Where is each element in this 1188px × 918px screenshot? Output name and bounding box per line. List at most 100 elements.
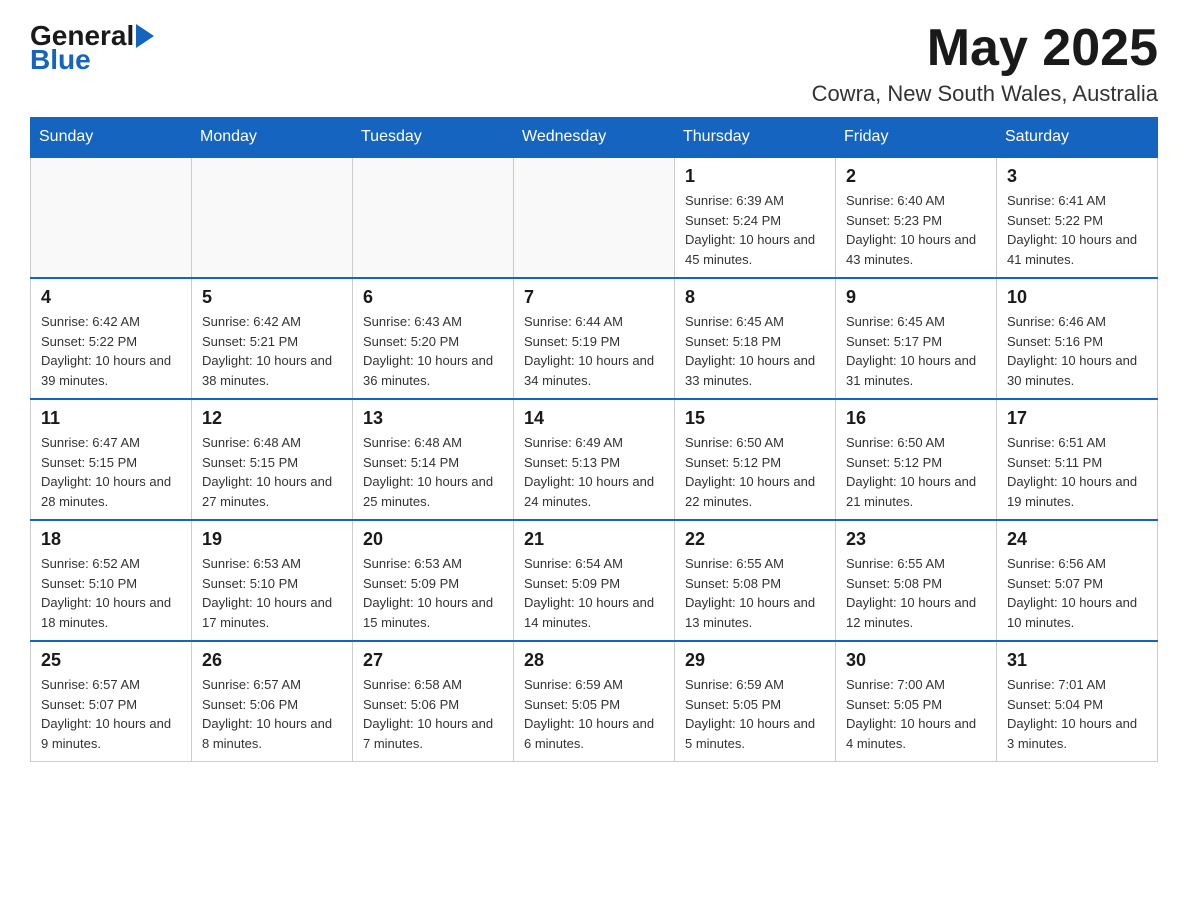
day-number: 14 — [524, 408, 664, 429]
page-header: General Blue May 2025 Cowra, New South W… — [30, 20, 1158, 107]
day-number: 23 — [846, 529, 986, 550]
calendar-cell: 17Sunrise: 6:51 AMSunset: 5:11 PMDayligh… — [997, 399, 1158, 520]
calendar-cell: 19 Sunrise: 6:53 AMSunset: 5:10 PMDayligh… — [192, 520, 353, 641]
calendar-header-wednesday: Wednesday — [514, 118, 675, 158]
day-number: 18 — [41, 529, 181, 550]
day-number: 21 — [524, 529, 664, 550]
day-info: Sunrise: 6:48 AMSunset: 5:14 PMDaylight:… — [363, 433, 503, 511]
day-info: Sunrise: 6:40 AMSunset: 5:23 PMDaylight:… — [846, 191, 986, 269]
day-info: Sunrise: 6:55 AMSunset: 5:08 PMDaylight:… — [846, 554, 986, 632]
day-info: Sunrise: 6:43 AMSunset: 5:20 PMDaylight:… — [363, 312, 503, 390]
calendar-table: SundayMondayTuesdayWednesdayThursdayFrid… — [30, 117, 1158, 762]
day-number: 5 — [202, 287, 342, 308]
day-info: Sunrise: 6:39 AMSunset: 5:24 PMDaylight:… — [685, 191, 825, 269]
day-number: 15 — [685, 408, 825, 429]
calendar-cell — [514, 157, 675, 278]
day-number: 7 — [524, 287, 664, 308]
day-number: 12 — [202, 408, 342, 429]
calendar-cell: 8 Sunrise: 6:45 AMSunset: 5:18 PMDaylight… — [675, 278, 836, 399]
day-number: 31 — [1007, 650, 1147, 671]
calendar-cell: 2 Sunrise: 6:40 AMSunset: 5:23 PMDaylight… — [836, 157, 997, 278]
day-number: 26 — [202, 650, 342, 671]
calendar-week-4: 18 Sunrise: 6:52 AMSunset: 5:10 PMDayligh… — [31, 520, 1158, 641]
calendar-cell: 28Sunrise: 6:59 AMSunset: 5:05 PMDayligh… — [514, 641, 675, 762]
calendar-cell: 16 Sunrise: 6:50 AMSunset: 5:12 PMDayligh… — [836, 399, 997, 520]
day-number: 10 — [1007, 287, 1147, 308]
calendar-header-monday: Monday — [192, 118, 353, 158]
day-info: Sunrise: 6:53 AMSunset: 5:09 PMDaylight:… — [363, 554, 503, 632]
day-number: 9 — [846, 287, 986, 308]
calendar-header-thursday: Thursday — [675, 118, 836, 158]
calendar-cell: 18 Sunrise: 6:52 AMSunset: 5:10 PMDayligh… — [31, 520, 192, 641]
day-info: Sunrise: 7:00 AMSunset: 5:05 PMDaylight:… — [846, 675, 986, 753]
day-number: 29 — [685, 650, 825, 671]
calendar-cell: 11 Sunrise: 6:47 AMSunset: 5:15 PMDayligh… — [31, 399, 192, 520]
calendar-cell: 20 Sunrise: 6:53 AMSunset: 5:09 PMDayligh… — [353, 520, 514, 641]
day-info: Sunrise: 6:55 AMSunset: 5:08 PMDaylight:… — [685, 554, 825, 632]
calendar-cell: 29 Sunrise: 6:59 AMSunset: 5:05 PMDayligh… — [675, 641, 836, 762]
calendar-header-tuesday: Tuesday — [353, 118, 514, 158]
day-info: Sunrise: 6:57 AMSunset: 5:06 PMDaylight:… — [202, 675, 342, 753]
location-title: Cowra, New South Wales, Australia — [812, 81, 1158, 107]
calendar-cell — [353, 157, 514, 278]
day-info: Sunrise: 6:52 AMSunset: 5:10 PMDaylight:… — [41, 554, 181, 632]
calendar-cell: 24 Sunrise: 6:56 AMSunset: 5:07 PMDayligh… — [997, 520, 1158, 641]
calendar-cell: 13Sunrise: 6:48 AMSunset: 5:14 PMDayligh… — [353, 399, 514, 520]
calendar-week-5: 25Sunrise: 6:57 AMSunset: 5:07 PMDayligh… — [31, 641, 1158, 762]
day-info: Sunrise: 6:59 AMSunset: 5:05 PMDaylight:… — [685, 675, 825, 753]
calendar-cell — [31, 157, 192, 278]
logo-blue-text: Blue — [30, 44, 154, 76]
day-info: Sunrise: 6:45 AMSunset: 5:18 PMDaylight:… — [685, 312, 825, 390]
calendar-cell: 22Sunrise: 6:55 AMSunset: 5:08 PMDayligh… — [675, 520, 836, 641]
calendar-header-friday: Friday — [836, 118, 997, 158]
calendar-cell: 14 Sunrise: 6:49 AMSunset: 5:13 PMDayligh… — [514, 399, 675, 520]
calendar-week-3: 11 Sunrise: 6:47 AMSunset: 5:15 PMDayligh… — [31, 399, 1158, 520]
calendar-week-1: 1Sunrise: 6:39 AMSunset: 5:24 PMDaylight… — [31, 157, 1158, 278]
day-number: 28 — [524, 650, 664, 671]
day-info: Sunrise: 6:45 AMSunset: 5:17 PMDaylight:… — [846, 312, 986, 390]
calendar-cell: 12 Sunrise: 6:48 AMSunset: 5:15 PMDayligh… — [192, 399, 353, 520]
calendar-cell: 31Sunrise: 7:01 AMSunset: 5:04 PMDayligh… — [997, 641, 1158, 762]
day-number: 16 — [846, 408, 986, 429]
day-info: Sunrise: 6:53 AMSunset: 5:10 PMDaylight:… — [202, 554, 342, 632]
day-info: Sunrise: 6:50 AMSunset: 5:12 PMDaylight:… — [846, 433, 986, 511]
day-number: 30 — [846, 650, 986, 671]
day-info: Sunrise: 6:48 AMSunset: 5:15 PMDaylight:… — [202, 433, 342, 511]
day-info: Sunrise: 6:46 AMSunset: 5:16 PMDaylight:… — [1007, 312, 1147, 390]
logo: General Blue — [30, 20, 154, 76]
calendar-cell: 1Sunrise: 6:39 AMSunset: 5:24 PMDaylight… — [675, 157, 836, 278]
day-info: Sunrise: 6:42 AMSunset: 5:22 PMDaylight:… — [41, 312, 181, 390]
day-number: 3 — [1007, 166, 1147, 187]
calendar-cell: 5 Sunrise: 6:42 AMSunset: 5:21 PMDaylight… — [192, 278, 353, 399]
calendar-cell: 6Sunrise: 6:43 AMSunset: 5:20 PMDaylight… — [353, 278, 514, 399]
day-info: Sunrise: 6:44 AMSunset: 5:19 PMDaylight:… — [524, 312, 664, 390]
day-info: Sunrise: 6:49 AMSunset: 5:13 PMDaylight:… — [524, 433, 664, 511]
day-number: 2 — [846, 166, 986, 187]
calendar-cell: 10 Sunrise: 6:46 AMSunset: 5:16 PMDayligh… — [997, 278, 1158, 399]
title-area: May 2025 Cowra, New South Wales, Austral… — [812, 20, 1158, 107]
day-info: Sunrise: 6:47 AMSunset: 5:15 PMDaylight:… — [41, 433, 181, 511]
day-info: Sunrise: 6:56 AMSunset: 5:07 PMDaylight:… — [1007, 554, 1147, 632]
day-info: Sunrise: 6:41 AMSunset: 5:22 PMDaylight:… — [1007, 191, 1147, 269]
day-info: Sunrise: 6:51 AMSunset: 5:11 PMDaylight:… — [1007, 433, 1147, 511]
day-number: 4 — [41, 287, 181, 308]
day-info: Sunrise: 6:57 AMSunset: 5:07 PMDaylight:… — [41, 675, 181, 753]
calendar-cell: 9 Sunrise: 6:45 AMSunset: 5:17 PMDaylight… — [836, 278, 997, 399]
calendar-header-sunday: Sunday — [31, 118, 192, 158]
month-title: May 2025 — [812, 20, 1158, 77]
calendar-cell — [192, 157, 353, 278]
day-number: 11 — [41, 408, 181, 429]
calendar-cell: 27 Sunrise: 6:58 AMSunset: 5:06 PMDayligh… — [353, 641, 514, 762]
day-info: Sunrise: 6:50 AMSunset: 5:12 PMDaylight:… — [685, 433, 825, 511]
day-info: Sunrise: 6:58 AMSunset: 5:06 PMDaylight:… — [363, 675, 503, 753]
calendar-cell: 15 Sunrise: 6:50 AMSunset: 5:12 PMDayligh… — [675, 399, 836, 520]
day-info: Sunrise: 6:42 AMSunset: 5:21 PMDaylight:… — [202, 312, 342, 390]
calendar-cell: 23 Sunrise: 6:55 AMSunset: 5:08 PMDayligh… — [836, 520, 997, 641]
calendar-cell: 3 Sunrise: 6:41 AMSunset: 5:22 PMDaylight… — [997, 157, 1158, 278]
day-number: 19 — [202, 529, 342, 550]
day-number: 24 — [1007, 529, 1147, 550]
calendar-cell: 30 Sunrise: 7:00 AMSunset: 5:05 PMDayligh… — [836, 641, 997, 762]
day-number: 20 — [363, 529, 503, 550]
day-number: 27 — [363, 650, 503, 671]
day-number: 8 — [685, 287, 825, 308]
